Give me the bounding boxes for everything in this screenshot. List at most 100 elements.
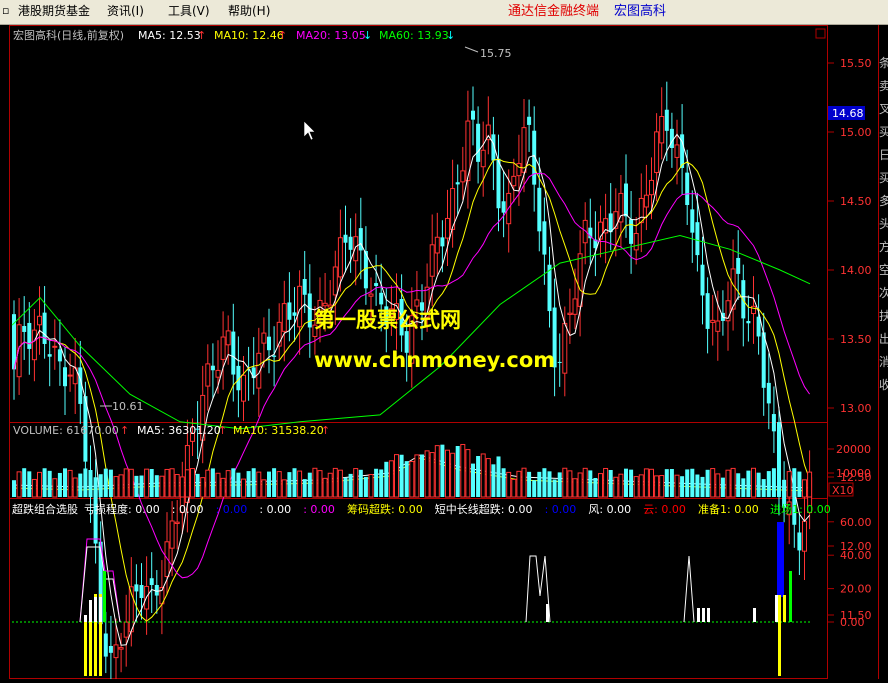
indicator-white-bar <box>775 595 778 622</box>
candle-body <box>267 336 271 351</box>
volume-bar <box>220 477 226 498</box>
candle-body <box>149 578 154 586</box>
volume-bar <box>710 468 716 498</box>
volume-bar <box>797 471 802 497</box>
candle-body <box>332 266 338 296</box>
volume-bar <box>562 467 568 498</box>
volume-bar <box>629 469 634 497</box>
candle-body <box>766 382 771 404</box>
volume-bar <box>379 469 384 497</box>
volume-bar <box>476 456 481 497</box>
menu-item-news[interactable]: 资讯(I) <box>107 4 144 19</box>
ma20-label: MA20: 13.05 <box>296 29 366 42</box>
volume-bar <box>98 474 103 497</box>
indicator-header-item: : 0.00 <box>172 503 204 516</box>
volume-bar <box>225 470 231 498</box>
volume-bar <box>12 480 16 497</box>
candle-body <box>567 312 573 315</box>
volume-bar <box>388 460 394 498</box>
volume-bar <box>63 468 67 497</box>
kline-chart[interactable]: 宏图高科(日线,前复权) MA5: 12.53 ↑ MA10: 12.46 ↑ … <box>0 25 888 683</box>
right-edge-char: 卖 <box>879 79 888 93</box>
indicator-header-item: : 0.00 <box>545 503 577 516</box>
volume-bar <box>429 452 435 498</box>
volume-bar <box>57 472 62 497</box>
candle-body <box>577 253 583 307</box>
candle-body <box>27 322 32 349</box>
candle-body <box>664 109 669 131</box>
volume-bar <box>72 477 78 498</box>
right-edge-char: 消 <box>879 355 888 369</box>
volume-bar <box>281 479 287 498</box>
right-edge-char: 日 <box>879 148 888 162</box>
candle-body <box>169 520 175 549</box>
volume-bar <box>807 471 813 498</box>
volume-bar <box>22 468 27 497</box>
candle-body <box>52 345 58 348</box>
volume-bar <box>598 473 603 498</box>
candle-body <box>460 170 466 183</box>
menu-item-help[interactable]: 帮助(H) <box>228 4 270 19</box>
right-edge-char: 多 <box>879 194 888 208</box>
volume-bar <box>690 468 695 497</box>
indicator-yellow-bar <box>84 620 87 676</box>
candle-body <box>379 292 384 305</box>
candle-body <box>322 302 328 307</box>
app-menu-icon[interactable]: ▫ <box>2 5 12 17</box>
volume-bar <box>363 476 368 497</box>
indicator-white-bar <box>702 608 705 622</box>
candle-body <box>455 182 460 185</box>
volume-bar <box>241 478 246 498</box>
right-edge-char: 次 <box>879 286 888 300</box>
volume-bar <box>128 468 134 498</box>
ma20-arrow-icon: ↓ <box>363 29 372 42</box>
candle-body <box>690 209 695 233</box>
stock-name-title: 宏图高科 <box>614 4 667 19</box>
candle-body <box>643 194 649 208</box>
right-edge-char: 买 <box>879 171 888 185</box>
indicator-green-bar <box>789 571 792 622</box>
volume-bar <box>384 461 389 497</box>
indicator-header-item: : 0.00 <box>303 503 335 516</box>
volume-ma10-label: MA10: 31538.20 <box>233 424 324 437</box>
candle-body <box>629 219 634 244</box>
volume-bar <box>409 460 415 498</box>
indicator-header-item: 准备1: 0.00 <box>698 502 759 516</box>
volume-bar <box>552 479 557 497</box>
volume-bar <box>210 468 215 497</box>
volume-bar <box>725 469 731 498</box>
volume-bar <box>302 479 307 497</box>
menu-item-tools[interactable]: 工具(V) <box>168 4 210 19</box>
volume-bar <box>582 467 588 498</box>
volume-bar <box>761 479 766 497</box>
candle-body <box>572 298 578 315</box>
volume-bars-layer <box>12 443 813 498</box>
candle-body <box>736 257 741 274</box>
volume-bar <box>134 475 139 497</box>
volume-bar <box>88 469 93 497</box>
volume-bar <box>108 469 113 497</box>
menu-item-hk-futures-funds[interactable]: 港股期货基金 <box>18 4 90 19</box>
right-edge-char: 叉 <box>879 102 888 116</box>
volume-bar <box>685 469 690 497</box>
candle-body <box>42 312 47 344</box>
volume-bar <box>272 468 277 497</box>
volume-bar <box>348 473 353 497</box>
volume-bar <box>353 468 359 498</box>
volume-bar <box>307 472 312 497</box>
candle-body <box>705 293 710 329</box>
panel-toggle-button[interactable] <box>815 28 826 39</box>
candle-body <box>205 363 211 387</box>
candle-body <box>802 520 807 552</box>
volume-tick-label: 10000 <box>836 467 871 480</box>
candle-body <box>741 280 746 319</box>
volume-bar <box>643 468 649 498</box>
volume-bar <box>516 470 522 498</box>
right-edge-char: 方 <box>879 239 888 254</box>
ma5-arrow-icon: ↑ <box>197 29 206 42</box>
volume-bar <box>215 472 221 498</box>
candle-body <box>22 326 27 332</box>
volume-bar <box>261 479 267 498</box>
candle-body <box>31 329 37 361</box>
volume-bar <box>547 471 552 497</box>
